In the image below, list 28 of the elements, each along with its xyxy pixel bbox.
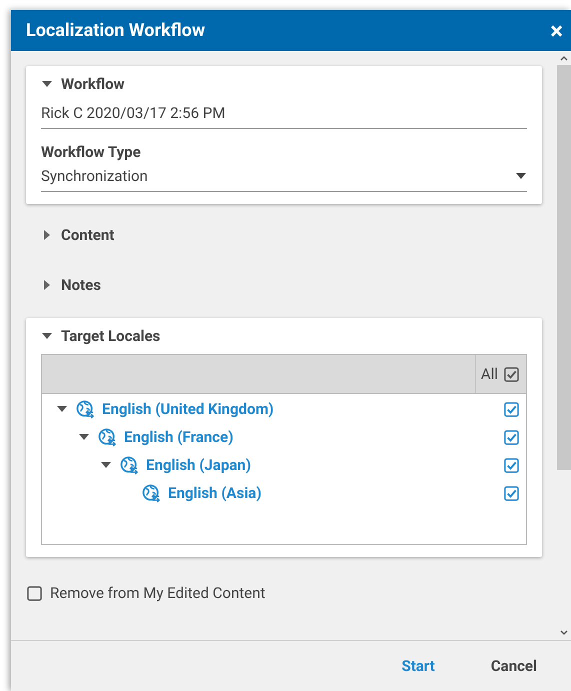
- locale-name[interactable]: English (France): [124, 428, 504, 446]
- all-label: All: [480, 365, 498, 383]
- locale-name[interactable]: English (United Kingdom): [102, 400, 504, 418]
- scrollbar-thumb[interactable]: [557, 65, 571, 470]
- globe-arrows-icon: [142, 484, 161, 502]
- dropdown-caret-icon[interactable]: [515, 172, 527, 180]
- workflow-name-field[interactable]: Rick C 2020/03/17 2:56 PM: [41, 96, 527, 129]
- section-title[interactable]: Workflow: [61, 75, 125, 93]
- locale-name[interactable]: English (Japan): [146, 456, 504, 474]
- cancel-button[interactable]: Cancel: [482, 653, 545, 679]
- checkbox-label[interactable]: Remove from My Edited Content: [50, 584, 266, 602]
- checkbox[interactable]: [504, 486, 519, 500]
- section-title[interactable]: Notes: [61, 276, 101, 294]
- section-title[interactable]: Content: [61, 226, 114, 244]
- globe-arrows-icon: [98, 428, 117, 446]
- checkbox[interactable]: [504, 430, 519, 444]
- checkbox[interactable]: [27, 586, 42, 600]
- workflow-type-dropdown[interactable]: Synchronization: [41, 161, 527, 192]
- locale-name[interactable]: English (Asia): [168, 484, 504, 502]
- checkbox[interactable]: [504, 402, 519, 416]
- globe-arrows-icon: [76, 400, 95, 418]
- field-label: Workflow Type: [41, 143, 142, 161]
- checkbox[interactable]: [504, 458, 519, 472]
- close-button[interactable]: ×: [550, 18, 563, 42]
- section-title[interactable]: Target Locales: [61, 327, 160, 345]
- dialog-title: Localization Workflow: [26, 20, 206, 41]
- checkbox[interactable]: [504, 366, 519, 382]
- globe-arrows-icon: [120, 456, 139, 474]
